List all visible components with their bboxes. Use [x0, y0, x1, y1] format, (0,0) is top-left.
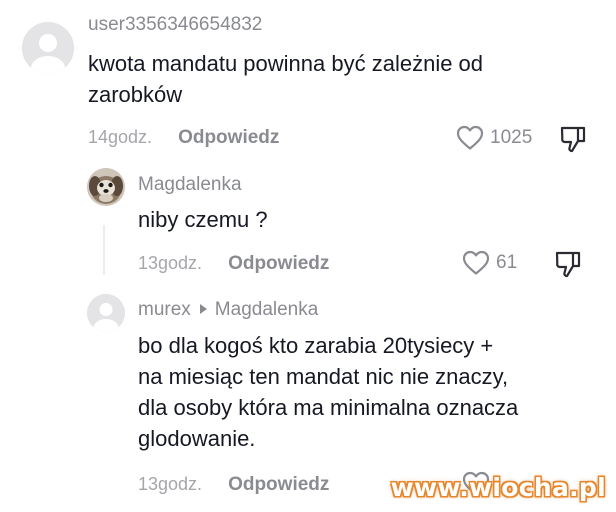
comment-text-line: niby czemu ?	[138, 207, 268, 232]
reply-arrow-icon	[199, 303, 207, 314]
comment-text-line: bo dla kogoś kto zarabia 20tysiecy +	[138, 333, 494, 358]
comment-text-line: kwota mandatu powinna być zależnie od	[88, 51, 484, 76]
comment-text-line: na miesiąc ten mandat nic nie znaczy,	[138, 364, 509, 389]
like-count: 1025	[490, 127, 533, 148]
comment-text: niby czemu ?	[138, 204, 578, 235]
dog-photo-avatar	[87, 168, 125, 206]
watermark: www.wiocha.pl	[390, 473, 606, 502]
heart-icon	[462, 250, 490, 275]
thread-line	[103, 225, 105, 275]
comment-text-line: dla osoby która ma minimalna oznacza	[138, 395, 519, 420]
like-button[interactable]: 1025	[456, 125, 532, 151]
default-avatar-icon	[22, 22, 74, 74]
comment-time: 13godz.	[138, 253, 203, 273]
comment-text-line: zarobków	[88, 82, 183, 107]
avatar-magdalenka[interactable]	[87, 168, 125, 206]
comment-username[interactable]: murex	[138, 299, 191, 320]
like-button[interactable]: 61	[462, 250, 517, 276]
comment-time: 13godz.	[138, 474, 203, 494]
comment-meta: 14godz. Odpowiedz	[88, 127, 279, 149]
heart-icon	[456, 125, 484, 150]
comment-text-line: glodowanie.	[138, 426, 256, 451]
comment-username-with-reply-target: murex Magdalenka	[138, 299, 318, 321]
dislike-button[interactable]	[558, 124, 588, 159]
reply-button[interactable]: Odpowiedz	[178, 127, 279, 148]
comment-text: kwota mandatu powinna być zależnie od za…	[88, 48, 588, 110]
avatar-user3356346654832[interactable]	[22, 22, 74, 74]
comment-time: 14godz.	[88, 127, 153, 147]
reply-button[interactable]: Odpowiedz	[228, 474, 329, 495]
comment-username[interactable]: Magdalenka	[138, 174, 242, 196]
dislike-icon	[555, 251, 581, 278]
like-count: 61	[496, 252, 518, 273]
default-avatar-icon	[87, 294, 125, 332]
reply-target-username[interactable]: Magdalenka	[215, 299, 319, 320]
comment-meta: 13godz. Odpowiedz	[138, 253, 329, 275]
comment-meta: 13godz. Odpowiedz	[138, 474, 329, 496]
dislike-icon	[560, 126, 586, 153]
reply-button[interactable]: Odpowiedz	[228, 253, 329, 274]
comment-username[interactable]: user3356346654832	[88, 14, 262, 36]
dislike-button[interactable]	[553, 249, 583, 284]
comment-text: bo dla kogoś kto zarabia 20tysiecy + na …	[138, 330, 608, 454]
avatar-murex[interactable]	[87, 294, 125, 332]
